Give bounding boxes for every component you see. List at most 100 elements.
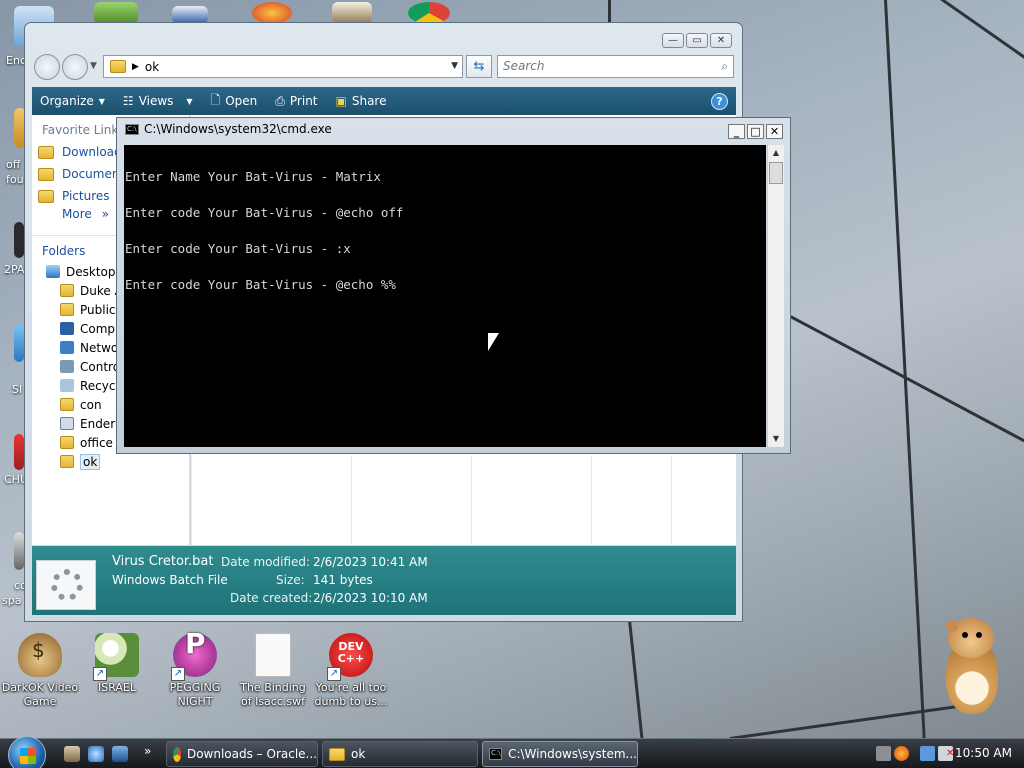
size-value: 141 bytes [313, 573, 373, 587]
folder-icon [60, 398, 74, 411]
recent-pages-chevron-icon[interactable]: ▼ [90, 61, 97, 71]
search-tray-icon[interactable] [894, 746, 909, 761]
volume-muted-x: ✕ [946, 748, 955, 759]
organize-button[interactable]: Organize ▼ [40, 94, 105, 108]
address-bar[interactable]: ▶ ok ▼ [103, 55, 463, 78]
desktop-icon-partial[interactable] [252, 2, 292, 24]
background-beam [628, 619, 644, 740]
desktop-icon-darkok[interactable]: $ DarkOK Video Game [0, 633, 80, 709]
desktop-icon-partial[interactable] [14, 532, 24, 570]
tray-icon[interactable] [876, 746, 891, 761]
scroll-up-arrow-icon[interactable]: ▲ [768, 145, 784, 161]
cmd-maximize-button[interactable]: □ [747, 124, 764, 139]
desktop-icon-label: of Isacc.swf [240, 695, 305, 708]
favorite-link-label: Pictures [62, 189, 110, 203]
tree-item-label: Enderr [80, 416, 120, 431]
column-divider [191, 455, 192, 545]
dev-cpp-icon: DEV C++ ↗ [327, 633, 373, 681]
console-line: Enter code Your Bat-Virus - @echo %% [125, 277, 396, 292]
cmd-minimize-button[interactable]: _ [728, 124, 745, 139]
cmd-console[interactable]: Enter Name Your Bat-Virus - Matrix Enter… [124, 145, 766, 447]
start-button[interactable] [8, 736, 46, 768]
desktop-label-partial: 2PA [4, 263, 25, 276]
taskbar-button-label: Downloads – Oracle... [186, 747, 317, 761]
desktop-label-partial: SI [12, 383, 23, 396]
desktop-icon-binding-of-isacc[interactable]: The Binding of Isacc.swf [233, 633, 313, 709]
desktop-icon-partial[interactable] [14, 434, 24, 470]
maximize-button[interactable]: ▭ [686, 33, 708, 48]
control-panel-icon [60, 360, 74, 373]
tree-item-ok[interactable]: ok [60, 452, 189, 471]
open-button[interactable]: 🗋 Open [211, 91, 258, 112]
views-button[interactable]: ☷ Views ▼ [123, 94, 193, 108]
scroll-thumb[interactable] [769, 162, 783, 184]
scroll-down-arrow-icon[interactable]: ▼ [768, 431, 784, 447]
p-logo-icon: P ↗ [171, 630, 217, 681]
desktop-icon-israel[interactable]: ↗ ISRAEL [77, 633, 157, 695]
shortcut-arrow-icon: ↗ [93, 667, 107, 681]
desktop-label-partial: spa [2, 594, 22, 607]
cmd-title-bar[interactable]: C:\ C:\Windows\system32\cmd.exe [125, 122, 332, 136]
breadcrumb-arrow-icon[interactable]: ▶ [132, 62, 139, 72]
address-dropdown-icon[interactable]: ▼ [451, 61, 458, 71]
help-button[interactable]: ? [711, 93, 728, 110]
cmd-close-button[interactable]: ✕ [766, 124, 783, 139]
folder-icon [60, 455, 74, 468]
chrome-icon [173, 746, 181, 762]
desktop-icon-partial[interactable] [94, 2, 138, 24]
show-desktop-icon[interactable] [112, 746, 128, 762]
window-icon [60, 417, 74, 430]
printer-icon: ⎙ [275, 93, 285, 108]
tree-item-label: office [80, 435, 113, 450]
background-beam [940, 0, 1024, 64]
desktop-icon-partial[interactable] [14, 222, 24, 258]
chrome-icon[interactable] [408, 2, 450, 24]
desktop-icon-label: PEGGING [169, 681, 221, 694]
console-line: Enter code Your Bat-Virus - :x [125, 241, 351, 256]
desktop-icon-dev-cpp[interactable]: DEV C++ ↗ You're all too dumb to us... [311, 633, 391, 709]
quick-launch-overflow-icon[interactable]: » [144, 744, 151, 758]
clock[interactable]: 10:50 AM [955, 746, 1012, 760]
search-placeholder: Search [503, 59, 545, 73]
back-button[interactable] [34, 54, 60, 80]
close-button[interactable]: ✕ [710, 33, 732, 48]
favorite-link-label: Download [62, 145, 122, 159]
desktop-icon-pegging-night[interactable]: P ↗ PEGGING NIGHT [155, 630, 235, 709]
document-icon: 🗋 [210, 92, 221, 107]
date-modified-label: Date modified: [221, 555, 311, 569]
desktop-icon-label: ISRAEL [97, 681, 137, 694]
hamster-eye [976, 632, 982, 638]
share-button[interactable]: ▣ Share [336, 94, 387, 108]
tree-item-label: Netwo [80, 340, 119, 355]
console-line: Enter Name Your Bat-Virus - Matrix [125, 169, 381, 184]
flower-icon: ↗ [93, 633, 139, 681]
hamster-gadget[interactable] [940, 618, 1006, 718]
console-line: Enter code Your Bat-Virus - @echo off [125, 205, 404, 220]
folder-icon [38, 167, 54, 181]
quick-launch-icon[interactable] [64, 746, 80, 762]
taskbar-button-cmd[interactable]: C:\ C:\Windows\system... [482, 741, 638, 767]
folder-icon [110, 60, 126, 73]
taskbar-button-chrome[interactable]: Downloads – Oracle... [166, 741, 318, 767]
taskbar-button-explorer[interactable]: ok [322, 741, 478, 767]
tree-item-label: con [80, 397, 102, 412]
refresh-button[interactable]: ⇆ [466, 55, 492, 78]
column-divider [591, 455, 592, 545]
file-icon [255, 633, 291, 677]
network-tray-icon[interactable] [920, 746, 935, 761]
desktop-icon-label: DarkOK Video [1, 681, 79, 694]
search-icon[interactable]: ⌕ [721, 56, 728, 77]
cmd-icon: C:\ [489, 748, 503, 760]
minimize-button[interactable]: — [662, 33, 684, 48]
forward-button[interactable] [62, 54, 88, 80]
desktop-icon-partial[interactable] [14, 324, 24, 362]
search-input[interactable]: Search ⌕ [497, 55, 734, 78]
print-button[interactable]: ⎙ Print [275, 94, 317, 109]
cmd-scrollbar[interactable]: ▲ ▼ [767, 145, 784, 447]
desktop-icon-partial[interactable] [332, 2, 372, 24]
taskbar: » Downloads – Oracle... ok C:\ C:\Window… [0, 736, 1024, 768]
quick-launch-icon[interactable] [88, 746, 104, 762]
cmd-window[interactable]: C:\ C:\Windows\system32\cmd.exe _ □ ✕ En… [116, 117, 791, 454]
desktop-icon-label: dumb to us... [314, 695, 388, 708]
window-controls: — ▭ ✕ [662, 33, 732, 48]
